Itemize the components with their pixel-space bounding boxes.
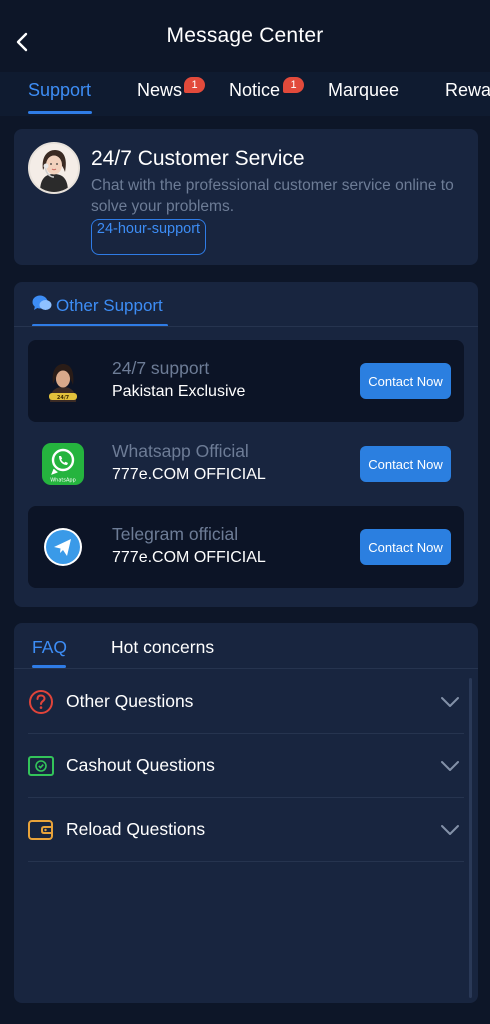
other-support-card: Other Support 24/7 24/7 support Pakistan… (14, 282, 478, 607)
tab-bar: Support News 1 Notice 1 Marquee Rewa (0, 72, 490, 116)
agent-avatar-icon: 24/7 (42, 360, 84, 402)
customer-service-card[interactable]: 24/7 Customer Service Chat with the prof… (14, 129, 478, 265)
faq-item-label: Reload Questions (66, 819, 206, 839)
page-title: Message Center (166, 24, 324, 47)
faq-item-cashout[interactable]: Cashout Questions (28, 734, 464, 798)
support-title: Telegram official (112, 524, 239, 544)
tab-support[interactable]: Support (28, 80, 91, 101)
whatsapp-icon: WhatsApp (42, 443, 84, 485)
wallet-icon (28, 817, 54, 843)
notice-count-badge: 1 (283, 77, 304, 93)
faq-card: FAQ Hot concerns Other Questions Cashout… (14, 623, 478, 1003)
news-count-badge: 1 (184, 77, 205, 93)
customer-service-description: Chat with the professional customer serv… (91, 177, 454, 215)
faq-item-other[interactable]: Other Questions (28, 670, 464, 734)
24-hour-support-tag: 24-hour-support (91, 219, 206, 255)
tab-notice-label: Notice (229, 80, 281, 100)
scrollbar[interactable] (469, 678, 472, 998)
support-row-telegram[interactable]: Telegram official 777e.COM OFFICIAL Cont… (28, 506, 464, 588)
faq-item-reload[interactable]: Reload Questions (28, 798, 464, 862)
faq-item-label: Cashout Questions (66, 755, 215, 775)
back-arrow-icon[interactable] (10, 30, 34, 54)
contact-now-button[interactable]: Contact Now (360, 446, 451, 482)
tab-hot-concerns[interactable]: Hot concerns (111, 637, 214, 658)
support-title: 24/7 support (112, 358, 210, 378)
support-row-247[interactable]: 24/7 24/7 support Pakistan Exclusive Con… (28, 340, 464, 422)
question-circle-icon (28, 689, 54, 715)
support-row-whatsapp[interactable]: WhatsApp Whatsapp Official 777e.COM OFFI… (28, 423, 464, 505)
tab-faq[interactable]: FAQ (32, 637, 67, 658)
agent-avatar-icon (28, 142, 80, 194)
contact-now-button[interactable]: Contact Now (360, 529, 451, 565)
telegram-icon (42, 526, 84, 568)
divider (14, 326, 478, 327)
divider (14, 668, 478, 669)
svg-text:WhatsApp: WhatsApp (50, 478, 76, 484)
tab-notice[interactable]: Notice 1 (229, 77, 304, 101)
tab-marquee[interactable]: Marquee (328, 80, 399, 101)
cash-icon (28, 753, 54, 779)
contact-now-button[interactable]: Contact Now (360, 363, 451, 399)
support-subtitle: 777e.COM OFFICIAL (112, 466, 266, 483)
tab-news-label: News (137, 80, 183, 100)
customer-service-title: 24/7 Customer Service (91, 147, 305, 170)
tab-rewards[interactable]: Rewa (445, 80, 490, 101)
divider (28, 861, 464, 862)
other-support-heading: Other Support (32, 294, 163, 317)
chat-bubble-icon (32, 294, 52, 317)
chevron-down-icon[interactable] (440, 692, 460, 712)
svg-text:24/7: 24/7 (57, 395, 70, 401)
active-tab-indicator (28, 111, 92, 114)
faq-item-label: Other Questions (66, 691, 194, 711)
other-support-label: Other Support (56, 295, 163, 315)
header: Message Center (0, 0, 490, 72)
chevron-down-icon[interactable] (440, 756, 460, 776)
tab-news[interactable]: News 1 (137, 77, 205, 101)
support-title: Whatsapp Official (112, 441, 249, 461)
chevron-down-icon[interactable] (440, 820, 460, 840)
support-subtitle: 777e.COM OFFICIAL (112, 549, 266, 566)
support-subtitle: Pakistan Exclusive (112, 383, 246, 400)
